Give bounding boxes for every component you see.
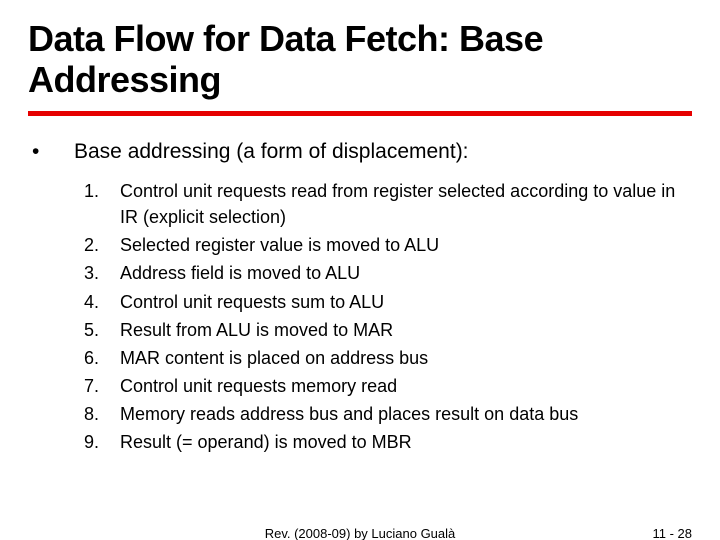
list-item: 1. Control unit requests read from regis… (84, 178, 692, 230)
list-number: 9. (84, 429, 120, 455)
list-number: 6. (84, 345, 120, 371)
slide-title: Data Flow for Data Fetch: Base Addressin… (28, 18, 692, 101)
list-number: 7. (84, 373, 120, 399)
list-text: Address field is moved to ALU (120, 260, 692, 286)
bullet-item: • Base addressing (a form of displacemen… (28, 138, 692, 166)
list-text: Result from ALU is moved to MAR (120, 317, 692, 343)
list-item: 8. Memory reads address bus and places r… (84, 401, 692, 427)
list-item: 2. Selected register value is moved to A… (84, 232, 692, 258)
list-item: 7. Control unit requests memory read (84, 373, 692, 399)
list-number: 1. (84, 178, 120, 230)
list-text: Memory reads address bus and places resu… (120, 401, 692, 427)
list-text: Control unit requests memory read (120, 373, 692, 399)
list-text: Control unit requests read from register… (120, 178, 692, 230)
list-number: 5. (84, 317, 120, 343)
bullet-text: Base addressing (a form of displacement)… (74, 138, 692, 166)
list-number: 2. (84, 232, 120, 258)
list-item: 4. Control unit requests sum to ALU (84, 289, 692, 315)
footer-author: Rev. (2008-09) by Luciano Gualà (0, 526, 720, 540)
list-number: 8. (84, 401, 120, 427)
ordered-list: 1. Control unit requests read from regis… (84, 178, 692, 455)
list-text: Selected register value is moved to ALU (120, 232, 692, 258)
list-item: 9. Result (= operand) is moved to MBR (84, 429, 692, 455)
list-item: 3. Address field is moved to ALU (84, 260, 692, 286)
bullet-marker: • (28, 138, 74, 166)
footer-page-number: 11 - 28 (652, 526, 692, 540)
list-text: Control unit requests sum to ALU (120, 289, 692, 315)
list-item: 5. Result from ALU is moved to MAR (84, 317, 692, 343)
slide-body: • Base addressing (a form of displacemen… (28, 138, 692, 455)
title-underline (28, 111, 692, 116)
list-number: 3. (84, 260, 120, 286)
slide: Data Flow for Data Fetch: Base Addressin… (0, 0, 720, 540)
list-text: Result (= operand) is moved to MBR (120, 429, 692, 455)
list-number: 4. (84, 289, 120, 315)
list-text: MAR content is placed on address bus (120, 345, 692, 371)
list-item: 6. MAR content is placed on address bus (84, 345, 692, 371)
